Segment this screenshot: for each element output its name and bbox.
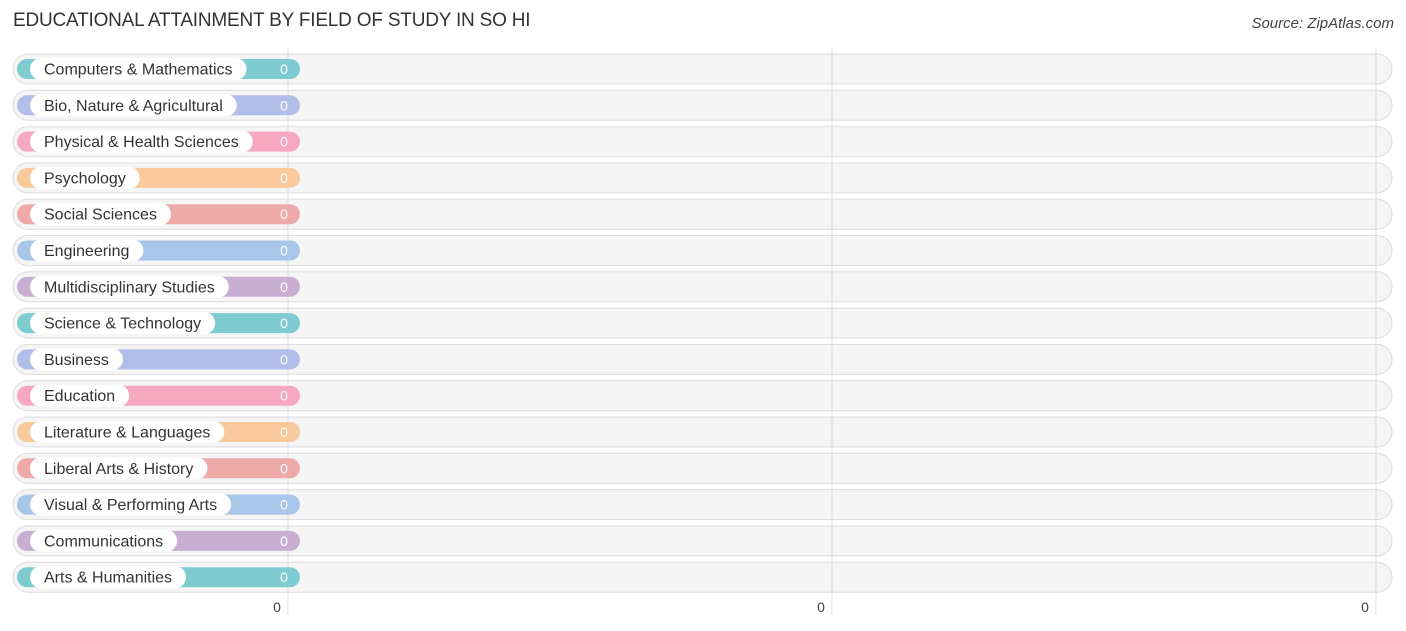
x-tick-label: 0 bbox=[1361, 599, 1369, 615]
x-tick-label: 0 bbox=[817, 599, 825, 615]
category-label: Liberal Arts & History bbox=[44, 461, 193, 478]
category-label: Literature & Languages bbox=[44, 425, 210, 442]
value-label: 0 bbox=[280, 424, 288, 440]
value-label: 0 bbox=[280, 351, 288, 367]
category-label: Science & Technology bbox=[44, 316, 201, 333]
category-label: Physical & Health Sciences bbox=[44, 134, 239, 151]
category-label: Multidisciplinary Studies bbox=[44, 279, 215, 296]
value-label: 0 bbox=[280, 243, 288, 259]
value-label: 0 bbox=[280, 61, 288, 77]
value-label: 0 bbox=[280, 134, 288, 150]
value-label: 0 bbox=[280, 497, 288, 513]
category-label: Arts & Humanities bbox=[44, 570, 172, 587]
value-label: 0 bbox=[280, 315, 288, 331]
category-label: Business bbox=[44, 352, 109, 369]
value-label: 0 bbox=[280, 569, 288, 585]
category-label: Computers & Mathematics bbox=[44, 62, 233, 79]
category-label: Visual & Performing Arts bbox=[44, 497, 217, 514]
category-label: Social Sciences bbox=[44, 207, 157, 224]
value-label: 0 bbox=[280, 533, 288, 549]
category-label: Education bbox=[44, 388, 115, 405]
value-label: 0 bbox=[280, 97, 288, 113]
category-label: Engineering bbox=[44, 243, 129, 260]
x-tick-label: 0 bbox=[273, 599, 281, 615]
value-label: 0 bbox=[280, 170, 288, 186]
value-label: 0 bbox=[280, 206, 288, 222]
value-label: 0 bbox=[280, 460, 288, 476]
value-label: 0 bbox=[280, 279, 288, 295]
category-label: Communications bbox=[44, 533, 163, 550]
category-label: Psychology bbox=[44, 170, 126, 187]
value-label: 0 bbox=[280, 388, 288, 404]
category-label: Bio, Nature & Agricultural bbox=[44, 98, 223, 115]
bar-chart: Computers & Mathematics 0 Bio, Nature & Ag… bbox=[12, 48, 1393, 615]
